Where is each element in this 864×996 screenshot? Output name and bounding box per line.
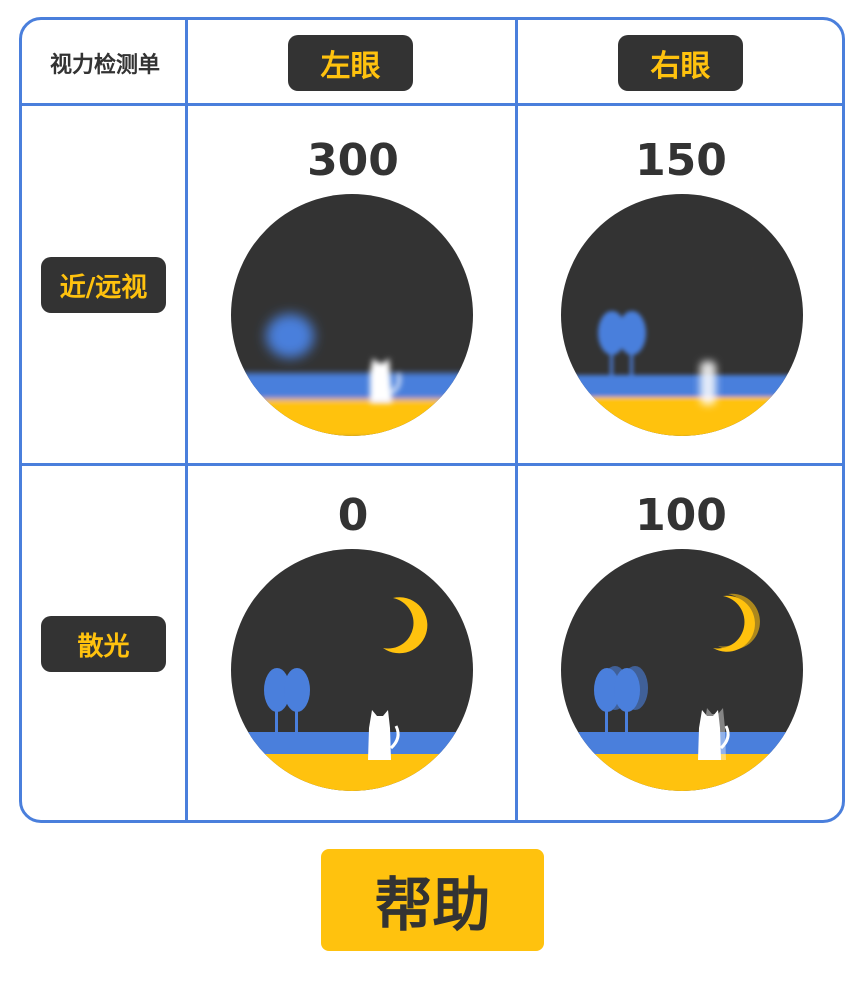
grid-divider — [515, 20, 518, 820]
grid-divider — [185, 20, 188, 820]
value-right-myopia: 150 — [635, 135, 727, 186]
value-left-myopia: 300 — [307, 135, 399, 186]
row-header-myopia: 近/远视 — [41, 257, 166, 313]
cat-icon — [370, 358, 392, 403]
scene-right-myopia — [561, 194, 803, 436]
help-button[interactable]: 帮助 — [321, 849, 544, 951]
value-right-astigmatism: 100 — [635, 490, 727, 541]
scene-left-astigmatism — [231, 549, 473, 791]
scene-right-astigmatism — [561, 549, 803, 791]
column-header-right-eye: 右眼 — [618, 35, 743, 91]
tree-icon — [266, 314, 314, 358]
vision-test-table: 视力检测单 左眼 右眼 近/远视 散光 300 150 0 100 — [19, 17, 845, 823]
row-header-astigmatism: 散光 — [41, 616, 166, 672]
value-left-astigmatism: 0 — [337, 490, 369, 541]
column-header-left-eye: 左眼 — [288, 35, 413, 91]
grid-divider — [22, 463, 842, 466]
table-title: 视力检测单 — [49, 53, 160, 78]
cat-icon — [700, 361, 716, 405]
scene-left-myopia — [231, 194, 473, 436]
cat-icon — [368, 710, 391, 760]
